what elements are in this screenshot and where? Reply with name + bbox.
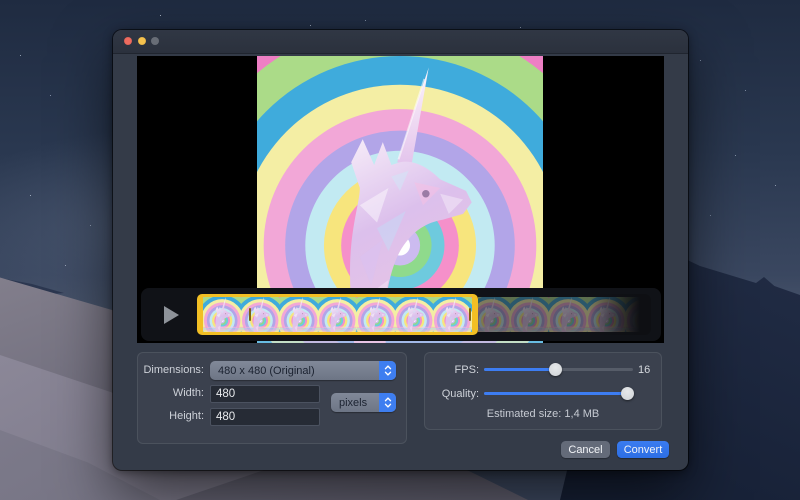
output-panel: FPS: 16 Quality: Estimated size: 1,4 MB <box>424 352 662 430</box>
fps-slider[interactable] <box>484 361 633 377</box>
quality-slider-fill <box>484 392 627 395</box>
frame-thumbnail <box>510 297 548 332</box>
trim-selection[interactable] <box>197 294 478 335</box>
titlebar[interactable] <box>113 30 688 54</box>
fps-label: FPS: <box>425 364 479 376</box>
frame-thumbnail <box>549 297 587 332</box>
stars <box>160 15 161 16</box>
app-window: Dimensions: 480 x 480 (Original) Width: … <box>113 30 688 470</box>
frame-thumbnail <box>318 297 356 332</box>
filmstrip[interactable] <box>197 294 648 335</box>
desktop-wallpaper: Dimensions: 480 x 480 (Original) Width: … <box>0 0 800 500</box>
timeline-overlay <box>141 288 661 341</box>
frame-thumbnail <box>478 297 510 332</box>
dimensions-panel: Dimensions: 480 x 480 (Original) Width: … <box>137 352 407 444</box>
convert-button[interactable]: Convert <box>617 441 669 458</box>
unit-popup[interactable]: pixels <box>331 393 396 412</box>
dimensions-label: Dimensions: <box>138 364 204 376</box>
stepper-icon <box>379 361 396 380</box>
play-button[interactable] <box>141 288 195 341</box>
frame-thumbnail <box>433 297 471 332</box>
frame-thumbnail <box>241 297 279 332</box>
dimensions-popup-value: 480 x 480 (Original) <box>210 365 379 377</box>
minimize-button[interactable] <box>138 37 146 45</box>
height-label: Height: <box>138 410 204 422</box>
play-icon <box>164 306 179 324</box>
quality-label: Quality: <box>425 388 479 400</box>
trim-handle-right[interactable] <box>469 308 472 321</box>
close-button[interactable] <box>124 37 132 45</box>
frame-thumbnail <box>395 297 433 332</box>
fps-value: 16 <box>638 364 650 376</box>
selected-frames <box>203 297 472 332</box>
width-field[interactable] <box>210 385 320 403</box>
filmstrip-fade <box>589 294 651 335</box>
trim-handle-left[interactable] <box>249 308 252 321</box>
quality-slider-knob[interactable] <box>621 387 634 400</box>
fps-slider-knob[interactable] <box>549 363 562 376</box>
height-field[interactable] <box>210 408 320 426</box>
dimensions-popup[interactable]: 480 x 480 (Original) <box>210 361 396 380</box>
stepper-icon <box>379 393 396 412</box>
frame-thumbnail <box>357 297 395 332</box>
frame-thumbnail <box>280 297 318 332</box>
estimated-size: Estimated size: 1,4 MB <box>425 408 661 420</box>
video-stage <box>137 56 664 343</box>
quality-slider[interactable] <box>484 385 633 401</box>
unit-popup-value: pixels <box>331 397 379 409</box>
frame-thumbnail <box>203 297 241 332</box>
cancel-button[interactable]: Cancel <box>561 441 610 458</box>
fps-slider-fill <box>484 368 556 371</box>
width-label: Width: <box>138 387 204 399</box>
zoom-button-disabled <box>151 37 159 45</box>
